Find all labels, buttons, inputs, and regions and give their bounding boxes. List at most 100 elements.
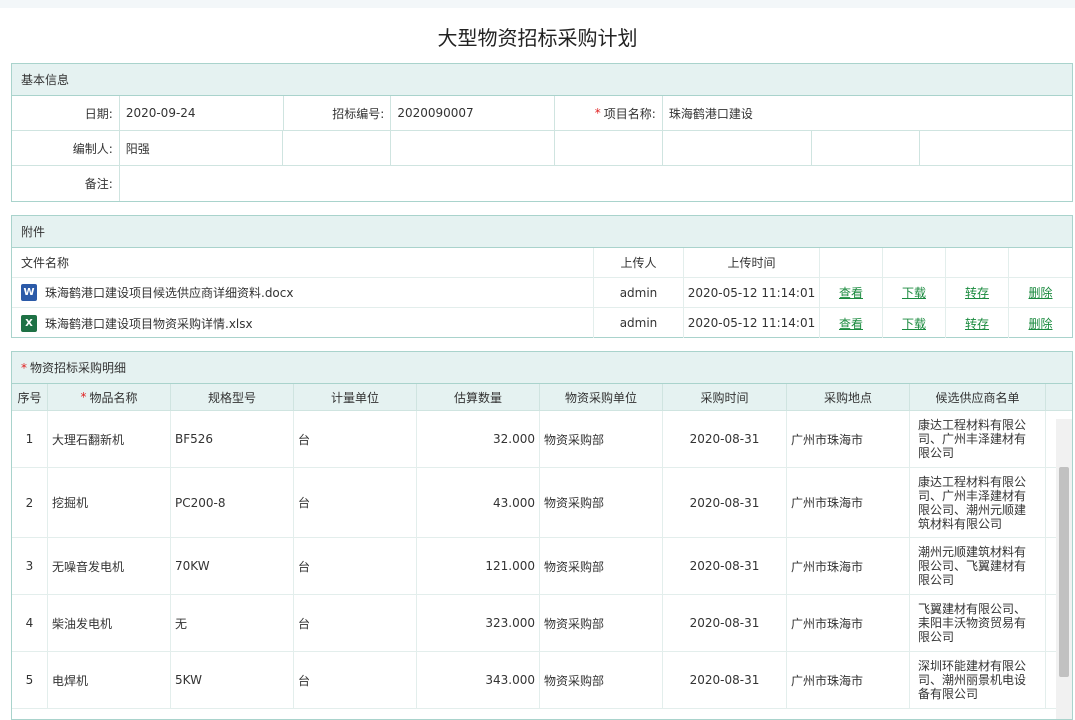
bid-no-value: 2020090007 bbox=[391, 96, 555, 130]
col-date: 采购时间 bbox=[663, 384, 787, 410]
table-row[interactable]: 5 电焊机 5KW 台 343.000 物资采购部 2020-08-31 广州市… bbox=[12, 652, 1072, 709]
dept-cell: 物资采购部 bbox=[540, 652, 663, 708]
col-uploader: 上传人 bbox=[594, 248, 684, 277]
remark-label: 备注: bbox=[12, 166, 120, 201]
unit-cell: 台 bbox=[294, 411, 417, 467]
table-row[interactable]: 4 柴油发电机 无 台 323.000 物资采购部 2020-08-31 广州市… bbox=[12, 595, 1072, 652]
transfer-link[interactable]: 转存 bbox=[965, 284, 989, 301]
date-cell: 2020-08-31 bbox=[663, 468, 787, 537]
place-cell: 广州市珠海市 bbox=[787, 538, 910, 594]
empty-cell bbox=[812, 131, 921, 165]
empty-cell bbox=[283, 131, 392, 165]
date-cell: 2020-08-31 bbox=[663, 595, 787, 651]
unit-cell: 台 bbox=[294, 468, 417, 537]
dept-cell: 物资采购部 bbox=[540, 538, 663, 594]
qty-cell: 343.000 bbox=[417, 652, 540, 708]
col-action bbox=[820, 248, 883, 277]
detail-panel: * 物资招标采购明细 序号 * 物品名称 规格型号 计量单位 估算数量 物资采购单位… bbox=[11, 351, 1073, 720]
col-seq: 序号 bbox=[12, 384, 48, 410]
col-unit: 计量单位 bbox=[294, 384, 417, 410]
empty-cell bbox=[920, 131, 1072, 165]
unit-cell: 台 bbox=[294, 595, 417, 651]
col-qty: 估算数量 bbox=[417, 384, 540, 410]
info-row-2: 编制人: 阳强 bbox=[12, 131, 1072, 166]
empty-cell bbox=[663, 131, 813, 165]
suppliers-cell: 康达工程材料有限公司、广州丰泽建材有限公司 bbox=[910, 411, 1046, 467]
author-label: 编制人: bbox=[12, 131, 120, 165]
suppliers-cell: 潮州元顺建筑材料有限公司、飞翼建材有限公司 bbox=[910, 538, 1046, 594]
unit-cell: 台 bbox=[294, 652, 417, 708]
col-place: 采购地点 bbox=[787, 384, 910, 410]
place-cell: 广州市珠海市 bbox=[787, 411, 910, 467]
attachments-header: 附件 bbox=[12, 216, 1072, 248]
date-label: 日期: bbox=[12, 96, 120, 130]
seq-cell: 3 bbox=[12, 538, 48, 594]
qty-cell: 121.000 bbox=[417, 538, 540, 594]
detail-header: * 物资招标采购明细 bbox=[12, 352, 1072, 384]
empty-cell bbox=[555, 131, 663, 165]
delete-link[interactable]: 删除 bbox=[1028, 315, 1052, 332]
seq-cell: 2 bbox=[12, 468, 48, 537]
detail-table-header: 序号 * 物品名称 规格型号 计量单位 估算数量 物资采购单位 采购时间 采购地点… bbox=[12, 384, 1072, 411]
page-title: 大型物资招标采购计划 bbox=[437, 26, 638, 50]
item-name-cell: 电焊机 bbox=[48, 652, 171, 708]
place-cell: 广州市珠海市 bbox=[787, 595, 910, 651]
project-value: 珠海鹤港口建设 bbox=[668, 106, 753, 121]
delete-link[interactable]: 删除 bbox=[1028, 284, 1052, 301]
upload-time: 2020-05-12 11:14:01 bbox=[684, 278, 820, 307]
date-value: 2020-09-24 bbox=[120, 96, 284, 130]
view-link[interactable]: 查看 bbox=[839, 284, 863, 301]
dept-cell: 物资采购部 bbox=[540, 411, 663, 467]
excel-file-icon: X bbox=[21, 314, 37, 332]
spec-cell: BF526 bbox=[171, 411, 294, 467]
table-row[interactable]: 1 大理石翻新机 BF526 台 32.000 物资采购部 2020-08-31… bbox=[12, 411, 1072, 468]
date-cell: 2020-08-31 bbox=[663, 411, 787, 467]
spec-cell: 无 bbox=[171, 595, 294, 651]
vertical-scrollbar[interactable] bbox=[1056, 419, 1072, 719]
uploader: admin bbox=[594, 308, 684, 338]
author-value: 阳强 bbox=[120, 131, 284, 165]
attachment-row: W 珠海鹤港口建设项目候选供应商详细资料.docx admin 2020-05-… bbox=[12, 278, 1072, 308]
suppliers-cell: 飞翼建材有限公司、耒阳丰沃物资贸易有限公司 bbox=[910, 595, 1046, 651]
qty-cell: 323.000 bbox=[417, 595, 540, 651]
col-dept: 物资采购单位 bbox=[540, 384, 663, 410]
basic-info-panel: 基本信息 日期: 2020-09-24 招标编号: 2020090007 * 项目… bbox=[11, 63, 1073, 202]
dept-cell: 物资采购部 bbox=[540, 595, 663, 651]
info-row-1: 日期: 2020-09-24 招标编号: 2020090007 * 项目名称: 珠… bbox=[12, 96, 1072, 131]
item-name-cell: 柴油发电机 bbox=[48, 595, 171, 651]
dept-cell: 物资采购部 bbox=[540, 468, 663, 537]
col-action bbox=[946, 248, 1009, 277]
attachment-row: X 珠海鹤港口建设项目物资采购详情.xlsx admin 2020-05-12 … bbox=[12, 308, 1072, 338]
scrollbar-thumb[interactable] bbox=[1059, 467, 1069, 677]
table-row[interactable]: 3 无噪音发电机 70KW 台 121.000 物资采购部 2020-08-31… bbox=[12, 538, 1072, 595]
word-file-icon: W bbox=[21, 284, 37, 301]
download-link[interactable]: 下载 bbox=[902, 315, 926, 332]
spec-cell: 70KW bbox=[171, 538, 294, 594]
table-row[interactable]: 2 挖掘机 PC200-8 台 43.000 物资采购部 2020-08-31 … bbox=[12, 468, 1072, 538]
file-name-cell: X 珠海鹤港口建设项目物资采购详情.xlsx bbox=[12, 308, 594, 338]
view-link[interactable]: 查看 bbox=[839, 315, 863, 332]
item-name-cell: 挖掘机 bbox=[48, 468, 171, 537]
transfer-link[interactable]: 转存 bbox=[965, 315, 989, 332]
qty-cell: 32.000 bbox=[417, 411, 540, 467]
col-suppliers: 候选供应商名单 bbox=[910, 384, 1046, 410]
project-label: * 项目名称: bbox=[555, 96, 663, 130]
required-mark: * bbox=[21, 361, 27, 375]
unit-cell: 台 bbox=[294, 538, 417, 594]
col-action bbox=[1009, 248, 1072, 277]
place-cell: 广州市珠海市 bbox=[787, 652, 910, 708]
suppliers-cell: 深圳环能建材有限公司、潮州丽景机电设备有限公司 bbox=[910, 652, 1046, 708]
download-link[interactable]: 下载 bbox=[902, 284, 926, 301]
spec-cell: PC200-8 bbox=[171, 468, 294, 537]
col-upload-time: 上传时间 bbox=[684, 248, 820, 277]
place-cell: 广州市珠海市 bbox=[787, 468, 910, 537]
bid-no-label: 招标编号: bbox=[284, 96, 392, 130]
col-action bbox=[883, 248, 946, 277]
upload-time: 2020-05-12 11:14:01 bbox=[684, 308, 820, 338]
uploader: admin bbox=[594, 278, 684, 307]
required-mark: * bbox=[594, 106, 601, 120]
col-file-name: 文件名称 bbox=[12, 248, 594, 277]
date-cell: 2020-08-31 bbox=[663, 538, 787, 594]
seq-cell: 1 bbox=[12, 411, 48, 467]
file-name-cell: W 珠海鹤港口建设项目候选供应商详细资料.docx bbox=[12, 278, 594, 307]
